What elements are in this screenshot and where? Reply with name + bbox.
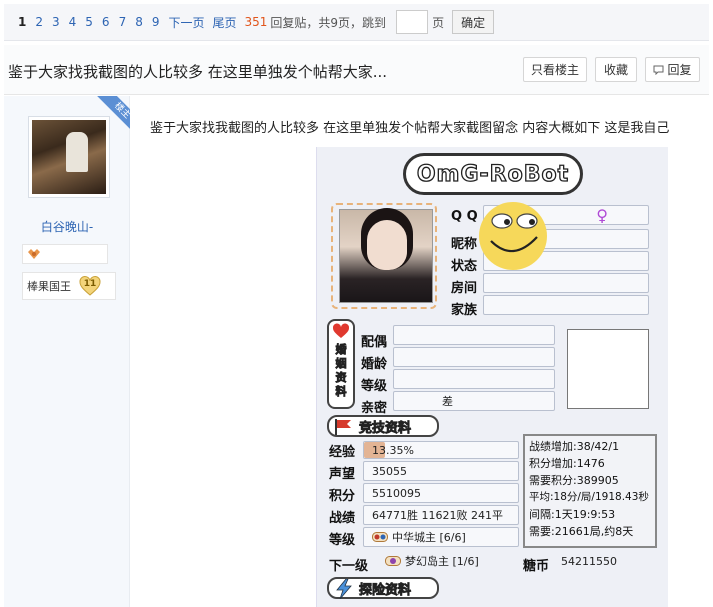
avatar[interactable] [28,116,110,198]
room-label: 房间 [451,281,478,296]
last-page-link[interactable]: 尾页 [213,14,237,31]
page-link-2[interactable]: 2 [35,15,43,29]
grade-field [393,369,555,389]
spouse-field [393,325,555,345]
next-level-label: 下一级 [329,559,369,574]
author-title-box: 棒果国王 11 [22,272,116,300]
spouse-label: 配偶 [361,335,388,350]
exp-label: 经验 [329,445,356,460]
reply-button[interactable]: 回复 [645,57,700,82]
prestige-field: 35055 [363,461,519,481]
next-level-value: 梦幻岛主 [1/6] [405,555,479,568]
heart-icon [332,323,350,338]
points-field: 5510095 [363,483,519,503]
post-text: 鉴于大家找我截图的人比较多 在这里单独发个帖帮大家截图留念 内容大概如下 这是我… [150,121,670,136]
page-link-3[interactable]: 3 [52,15,60,29]
stat-line: 平均:18分/局/1918.43秒 [529,491,649,503]
author-sidebar: 楼主 白谷晚山- 棒果国王 11 [4,96,130,607]
exp-bar: 13.35% [363,441,519,459]
marriage-age-label: 婚龄 [361,357,388,372]
marriage-tab: 婚姻资料 [327,319,355,409]
next-page-link[interactable]: 下一页 [168,14,204,31]
player-photo [339,209,433,303]
next-level-field: 梦幻岛主 [1/6] [377,551,519,571]
grade-label: 等级 [361,379,388,394]
room-field [483,273,649,293]
page-link-1[interactable]: 1 [18,15,26,29]
only-op-button[interactable]: 只看楼主 [523,57,587,82]
rank-badge-icon [385,556,401,566]
reply-button-label: 回复 [667,63,692,77]
medal-icon [28,249,40,259]
level-label: 等级 [329,533,356,548]
family-label: 家族 [451,303,478,318]
confirm-jump-button[interactable]: 确定 [452,10,495,34]
comment-icon [653,65,664,75]
level-value: 中华城主 [6/6] [392,531,466,544]
thread-title-bar: 鉴于大家找我截图的人比较多 在这里单独发个帖帮大家... 只看楼主 收藏 回复 [4,45,709,95]
intimacy-field: 差 [393,391,555,411]
page-unit-label: 页 [432,15,445,30]
points-label: 积分 [329,489,356,504]
adventure-banner: 探险资料 [327,577,439,599]
game-logo: OmG-RoBot [403,153,583,195]
exp-value: 13.35% [372,443,414,457]
page-link-6[interactable]: 6 [102,15,110,29]
prestige-label: 声望 [329,467,356,482]
author-medal [22,244,108,264]
stat-line: 需要积分:389905 [529,474,619,487]
reply-count: 351 [244,15,268,29]
page-link-8[interactable]: 8 [135,15,143,29]
stat-line: 需要:21661局,约8天 [529,525,634,538]
author-title: 棒果国王 [27,280,71,293]
stats-box: 战绩增加:38/42/1 积分增加:1476 需要积分:389905 平均:18… [523,434,657,548]
intimacy-label: 亲密 [361,401,388,416]
level-field: 中华城主 [6/6] [363,527,519,547]
qq-label: Q Q [451,209,478,224]
gender-female-icon: ♀ [596,205,608,225]
lightning-icon [336,579,352,599]
page-link-7[interactable]: 7 [119,15,127,29]
coins-label: 糖币 [523,559,550,574]
status-label: 状态 [451,259,478,274]
page-link-5[interactable]: 5 [85,15,93,29]
level-badge: 11 [79,275,101,297]
stat-line: 间隔:1天19:9:53 [529,508,616,521]
coins-field: 54211550 [561,554,617,568]
nickname-label: 昵称 [451,237,478,252]
stat-line: 战绩增加:38/42/1 [529,440,620,453]
jump-page-input[interactable] [396,10,429,34]
forum-page: 1 2 3 4 5 6 7 8 9 下一页 尾页 351 回复贴，共9页，跳到 … [0,0,713,607]
record-label: 战绩 [329,511,356,526]
spouse-photo-box [567,329,649,409]
flag-icon [335,419,351,435]
smiley-emoji-icon [479,202,547,270]
pagination-bar: 1 2 3 4 5 6 7 8 9 下一页 尾页 351 回复贴，共9页，跳到 … [4,4,709,41]
post-image: OmG-RoBot Q Q ♀ 昵称 状态 房间 家族 婚姻资料 配偶 婚龄 等… [316,147,668,607]
stat-line: 积分增加:1476 [529,457,605,470]
page-link-4[interactable]: 4 [69,15,77,29]
favorite-button[interactable]: 收藏 [595,57,637,82]
competition-banner: 竞技资料 [327,415,439,437]
rank-badge-icon [372,532,388,542]
reply-summary: 回复贴，共9页，跳到 [270,15,387,30]
author-name[interactable]: 白谷晚山- [4,218,130,235]
family-field [483,295,649,315]
thread-title: 鉴于大家找我截图的人比较多 在这里单独发个帖帮大家... [8,63,388,81]
page-link-9[interactable]: 9 [152,15,160,29]
marriage-age-field [393,347,555,367]
record-field: 64771胜 11621败 241平 [363,505,519,525]
